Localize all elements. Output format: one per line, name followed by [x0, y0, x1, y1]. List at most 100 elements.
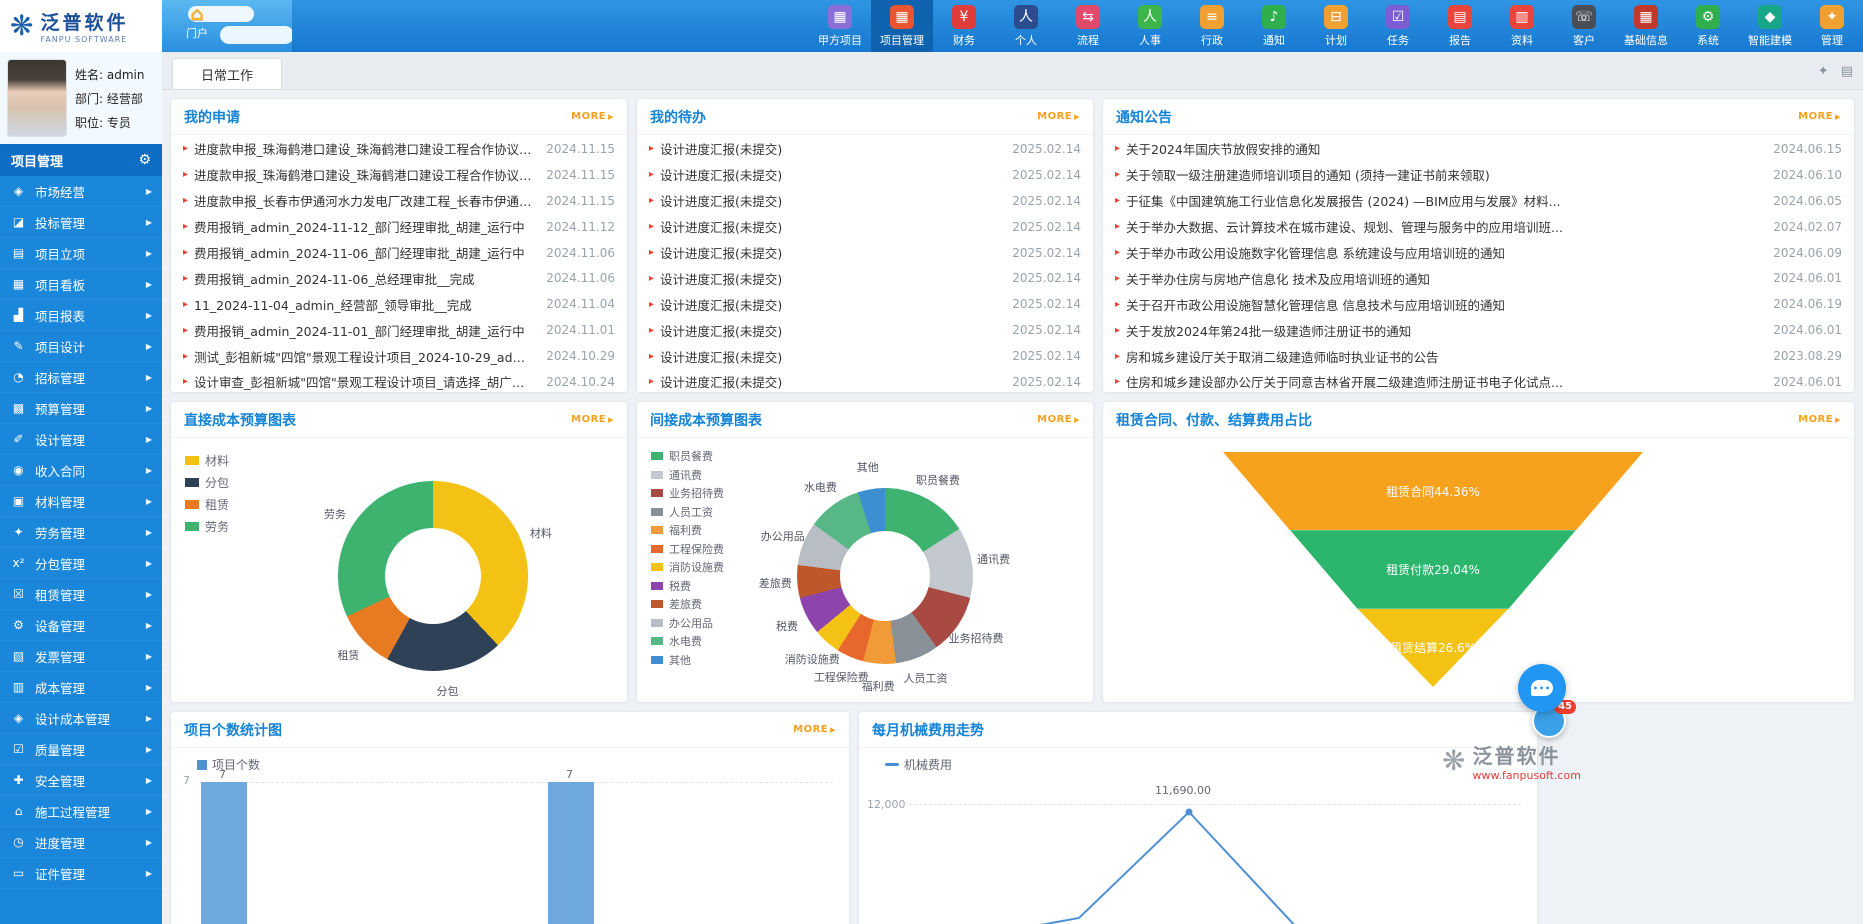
nav-item-14[interactable]: ▦基础信息	[1615, 0, 1677, 52]
layout-icon[interactable]: ▤	[1841, 64, 1853, 79]
list-item[interactable]: ▸费用报销_admin_2024-11-06_总经理审批__完成2024.11.…	[183, 265, 615, 291]
sidebar-item-16[interactable]: ▧发票管理▶	[0, 641, 162, 672]
list-item[interactable]: ▸进度款申报_珠海鹤港口建设_珠海鹤港口建设工程合作协议书_admin_...2…	[183, 136, 615, 162]
nav-item-7[interactable]: ≡行政	[1181, 0, 1243, 52]
list-item[interactable]: ▸房和城乡建设厅关于取消二级建造师临时执业证书的公告2023.08.29	[1115, 343, 1842, 369]
nav-item-2[interactable]: ▦项目管理	[871, 0, 933, 52]
nav-item-5[interactable]: ⇆流程	[1057, 0, 1119, 52]
nav-item-17[interactable]: ✦管理	[1801, 0, 1863, 52]
list-item[interactable]: ▸设计进度汇报(未提交)2025.02.14	[649, 291, 1081, 317]
nav-item-1[interactable]: ▦甲方项目	[809, 0, 871, 52]
more-link[interactable]: MORE	[1037, 414, 1080, 425]
sidebar-item-7[interactable]: ◔招标管理▶	[0, 362, 162, 393]
more-link[interactable]: MORE	[571, 414, 614, 425]
sidebar-item-8[interactable]: ▩预算管理▶	[0, 393, 162, 424]
list-item[interactable]: ▸住房和城乡建设部办公厅关于同意吉林省开展二级建造师注册证书电子化试点...20…	[1115, 369, 1842, 395]
list-item[interactable]: ▸设计进度汇报(未提交)2025.02.14	[649, 265, 1081, 291]
list-item[interactable]: ▸费用报销_admin_2024-11-01_部门经理审批_胡建_运行中2024…	[183, 317, 615, 343]
machine-cost-chart[interactable]: 机械费用 12,000 11,690.00	[859, 748, 1537, 924]
list-item[interactable]: ▸测试_彭祖新城"四馆"景观工程设计项目_2024-10-29_admin_结束…	[183, 343, 615, 369]
sidebar-item-14[interactable]: ☒租赁管理▶	[0, 579, 162, 610]
sidebar-item-17[interactable]: ▥成本管理▶	[0, 672, 162, 703]
funnel-segment[interactable]: 租赁结算26.6%	[1223, 609, 1643, 687]
sidebar-item-21[interactable]: ⌂施工过程管理▶	[0, 796, 162, 827]
nav-item-8[interactable]: ♪通知	[1243, 0, 1305, 52]
sidebar-item-23[interactable]: ▭证件管理▶	[0, 858, 162, 889]
nav-item-6[interactable]: 人人事	[1119, 0, 1181, 52]
nav-item-9[interactable]: ⊟计划	[1305, 0, 1367, 52]
nav-item-3[interactable]: ¥财务	[933, 0, 995, 52]
indirect-cost-donut-chart[interactable]: 职员餐费通讯费业务招待费人员工资福利费工程保险费消防设施费税费差旅费办公用品水电…	[637, 438, 1093, 702]
sidebar-item-13[interactable]: x²分包管理▶	[0, 548, 162, 579]
funnel-segment[interactable]: 租赁付款29.04%	[1223, 530, 1643, 608]
dashboard-content: 我的申请 MORE ▸进度款申报_珠海鹤港口建设_珠海鹤港口建设工程合作协议书_…	[162, 90, 1863, 924]
more-link[interactable]: MORE	[571, 111, 614, 122]
list-item[interactable]: ▸进度款申报_长春市伊通河水力发电厂改建工程_长春市伊通河水力发电...2024…	[183, 188, 615, 214]
sidebar-item-6[interactable]: ✎项目设计▶	[0, 331, 162, 362]
list-item[interactable]: ▸设计进度汇报(未提交)2025.02.14	[649, 162, 1081, 188]
list-item[interactable]: ▸关于举办市政公用设施数字化管理信息 系统建设与应用培训班的通知2024.06.…	[1115, 240, 1842, 266]
portal-tab[interactable]: ⌂ 门户	[162, 0, 292, 52]
gear-icon[interactable]: ⚙	[138, 152, 151, 168]
logo[interactable]: ❋ 泛普软件 FANPU SOFTWARE	[0, 0, 162, 52]
nav-item-11[interactable]: ▤报告	[1429, 0, 1491, 52]
tab-daily-work[interactable]: 日常工作	[172, 58, 282, 89]
direct-cost-donut-chart[interactable]: 材料分包租赁劳务材料分包租赁劳务	[171, 438, 627, 702]
key-icon[interactable]: ✦	[1818, 64, 1829, 79]
list-item[interactable]: ▸于征集《中国建筑施工行业信息化发展报告 (2024) —BIM应用与发展》材料…	[1115, 188, 1842, 214]
nav-item-10[interactable]: ☑任务	[1367, 0, 1429, 52]
chat-float-button[interactable]: •••	[1518, 664, 1566, 712]
more-link[interactable]: MORE	[1798, 414, 1841, 425]
more-link[interactable]: MORE	[793, 724, 836, 735]
list-item[interactable]: ▸设计进度汇报(未提交)2025.02.14	[649, 317, 1081, 343]
nav-item-13[interactable]: ☏客户	[1553, 0, 1615, 52]
nav-item-12[interactable]: ▥资料	[1491, 0, 1553, 52]
list-item[interactable]: ▸费用报销_admin_2024-11-06_部门经理审批_胡建_运行中2024…	[183, 240, 615, 266]
list-item[interactable]: ▸设计进度汇报(未提交)2025.02.14	[649, 188, 1081, 214]
watermark-url[interactable]: www.fanpusoft.com	[1472, 769, 1580, 782]
chevron-right-icon: ▶	[146, 590, 152, 599]
sidebar-item-10[interactable]: ◉收入合同▶	[0, 455, 162, 486]
list-item[interactable]: ▸设计进度汇报(未提交)2025.02.14	[649, 136, 1081, 162]
sidebar-item-19[interactable]: ☑质量管理▶	[0, 734, 162, 765]
list-item[interactable]: ▸关于召开市政公用设施智慧化管理信息 信息技术与应用培训班的通知2024.06.…	[1115, 291, 1842, 317]
nav-item-15[interactable]: ⚙系统	[1677, 0, 1739, 52]
list-item[interactable]: ▸关于举办大数据、云计算技术在城市建设、规划、管理与服务中的应用培训班...20…	[1115, 214, 1842, 240]
bullet-icon: ▸	[649, 376, 654, 387]
more-link[interactable]: MORE	[1798, 111, 1841, 122]
list-item[interactable]: ▸设计审查_彭祖新城"四馆"景观工程设计项目_请选择_胡广生_2024-10-2…	[183, 369, 615, 395]
list-item[interactable]: ▸关于举办住房与房地产信息化 技术及应用培训班的通知2024.06.01	[1115, 265, 1842, 291]
list-item[interactable]: ▸关于发放2024年第24批一级建造师注册证书的通知2024.06.01	[1115, 317, 1842, 343]
sidebar-item-1[interactable]: ◈市场经营▶	[0, 176, 162, 207]
sidebar-item-15[interactable]: ⚙设备管理▶	[0, 610, 162, 641]
project-count-chart[interactable]: 项目个数 7 7 7	[171, 748, 849, 924]
list-item[interactable]: ▸设计进度汇报(未提交)2025.02.14	[649, 214, 1081, 240]
list-item[interactable]: ▸费用报销_admin_2024-11-12_部门经理审批_胡建_运行中2024…	[183, 214, 615, 240]
more-link[interactable]: MORE	[1037, 111, 1080, 122]
list-item[interactable]: ▸进度款申报_珠海鹤港口建设_珠海鹤港口建设工程合作协议书_admin_...2…	[183, 162, 615, 188]
sidebar-item-20[interactable]: ✚安全管理▶	[0, 765, 162, 796]
item-text: 关于2024年国庆节放假安排的通知	[1126, 139, 1763, 158]
panel-title: 每月机械费用走势	[872, 720, 984, 740]
list-item[interactable]: ▸设计进度汇报(未提交)2025.02.14	[649, 369, 1081, 395]
funnel[interactable]: 租赁合同44.36%租赁付款29.04%租赁结算26.6%	[1223, 452, 1643, 687]
nav-item-4[interactable]: 人个人	[995, 0, 1057, 52]
sidebar-item-2[interactable]: ◪投标管理▶	[0, 207, 162, 238]
list-item[interactable]: ▸设计进度汇报(未提交)2025.02.14	[649, 240, 1081, 266]
list-item[interactable]: ▸设计进度汇报(未提交)2025.02.14	[649, 343, 1081, 369]
sidebar-item-3[interactable]: ▤项目立项▶	[0, 238, 162, 269]
list-item[interactable]: ▸11_2024-11-04_admin_经营部_领导审批__完成2024.11…	[183, 291, 615, 317]
funnel-segment[interactable]: 租赁合同44.36%	[1223, 452, 1643, 530]
legend-item: 职员餐费	[651, 448, 724, 464]
sidebar-item-12[interactable]: ✦劳务管理▶	[0, 517, 162, 548]
sidebar-item-22[interactable]: ◷进度管理▶	[0, 827, 162, 858]
sidebar-item-11[interactable]: ▣材料管理▶	[0, 486, 162, 517]
list-item[interactable]: ▸关于2024年国庆节放假安排的通知2024.06.15	[1115, 136, 1842, 162]
list-item[interactable]: ▸关于领取一级注册建造师培训项目的通知 (须持一建证书前来领取)2024.06.…	[1115, 162, 1842, 188]
nav-item-16[interactable]: ◆智能建模	[1739, 0, 1801, 52]
sidebar-item-18[interactable]: ◈设计成本管理▶	[0, 703, 162, 734]
sidebar-item-5[interactable]: ▟项目报表▶	[0, 300, 162, 331]
main-area: 日常工作 ✦ ▤ 我的申请 MORE ▸进度款申报_珠海鹤港口建设_珠海鹤港口建…	[162, 52, 1863, 924]
sidebar-item-9[interactable]: ✐设计管理▶	[0, 424, 162, 455]
sidebar-item-4[interactable]: ▦项目看板▶	[0, 269, 162, 300]
